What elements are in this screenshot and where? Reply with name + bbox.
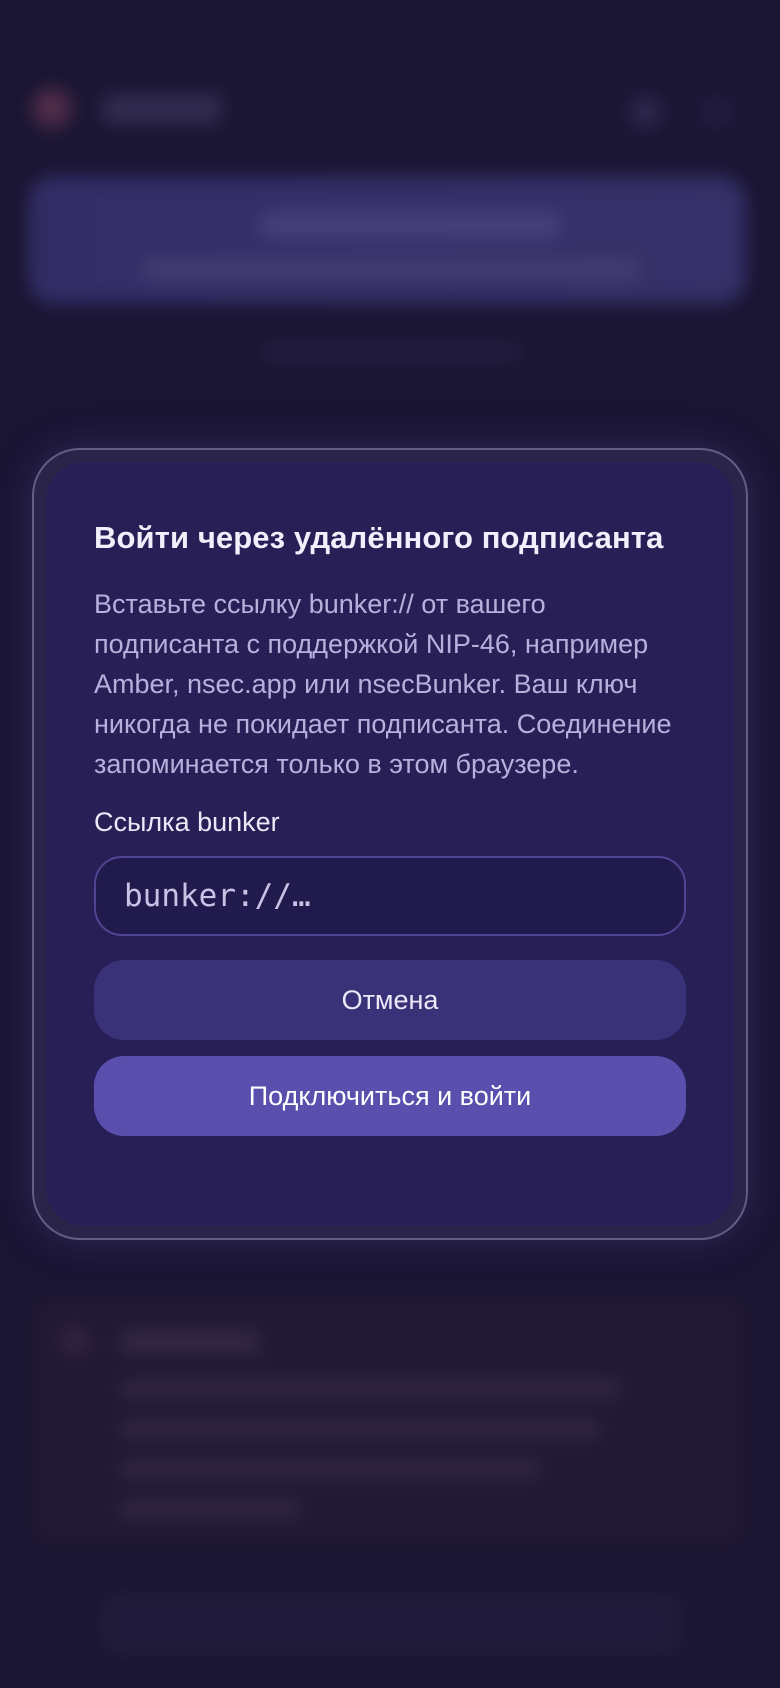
connect-login-button[interactable]: Подключиться и войти [94, 1056, 686, 1136]
dialog-description: Вставьте ссылку bunker:// от вашего подп… [94, 589, 672, 779]
bunker-login-dialog: Войти через удалённого подписанта Вставь… [46, 462, 734, 1226]
bunker-link-label: Ссылка bunker [94, 807, 280, 837]
dialog-title: Войти через удалённого подписанта [94, 520, 664, 555]
bunker-link-input[interactable] [94, 856, 686, 936]
cancel-button[interactable]: Отмена [94, 960, 686, 1040]
page: Войти через удалённого подписанта Вставь… [0, 0, 780, 1688]
